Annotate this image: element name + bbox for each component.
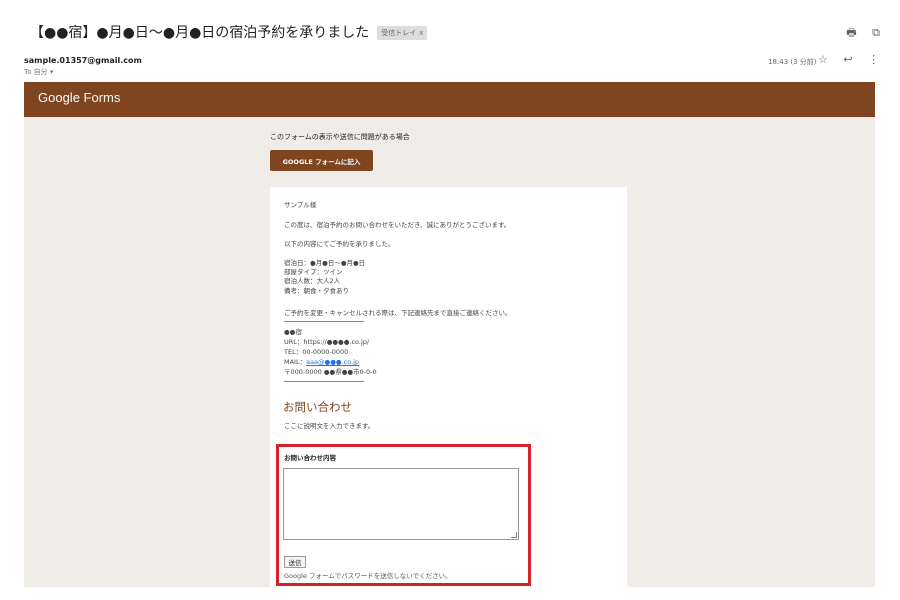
inbox-tag-label: 受信トレイ — [381, 29, 417, 37]
greeting: サンプル様 — [284, 201, 317, 209]
inbox-tag[interactable]: 受信トレイ x — [377, 26, 428, 40]
google-forms-header — [24, 82, 875, 117]
password-warning: Google フォームでパスワードを送信しないでください。 — [284, 572, 452, 580]
trouble-text: このフォームの表示や送信に問題がある場合 — [270, 133, 410, 141]
recipient-line[interactable]: To 自分 ▾ — [24, 67, 53, 77]
contact-address: 〒000-0000 ●●県●●市0-0-0 — [284, 368, 377, 376]
detail-guests: 宿泊人数：大人2人 — [284, 277, 341, 285]
send-button[interactable]: 送信 — [284, 556, 306, 568]
contact-name: ●●宿 — [284, 328, 302, 336]
fill-in-google-form-button[interactable]: GOOGLE フォームに記入 — [270, 150, 373, 171]
inquiry-title: お問い合わせ — [283, 400, 352, 414]
divider-bottom — [284, 381, 364, 382]
divider-top — [284, 321, 364, 322]
contact-mail-line: MAIL：aaa@●●●.co.jp — [284, 358, 359, 367]
change-notice: ご予約を変更・キャンセルされる際は、下記連絡先まで直接ご連絡ください。 — [284, 309, 512, 317]
logo-google: Google — [38, 90, 80, 105]
detail-room: 部屋タイプ：ツイン — [284, 268, 343, 276]
message-actions: ☆ ↩ ⋮ — [818, 53, 891, 66]
google-forms-logo: Google Forms — [38, 90, 120, 105]
star-icon[interactable]: ☆ — [818, 53, 828, 66]
tag-close-icon[interactable]: x — [419, 29, 423, 37]
resize-handle[interactable] — [511, 532, 517, 538]
detail-stay: 宿泊日：●月●日〜●月●日 — [284, 259, 366, 267]
inquiry-description: ここに説明文を入力できます。 — [284, 422, 375, 430]
contact-mail-link[interactable]: aaa@●●●.co.jp — [306, 358, 359, 366]
top-actions: 🖶 ⧉ — [834, 24, 880, 43]
contact-mail-label: MAIL： — [284, 358, 307, 366]
sender-email[interactable]: sample.01357@gmail.com — [24, 56, 142, 65]
email-time: 18:43 (3 分前) — [768, 58, 817, 66]
question-label: お問い合わせ内容 — [284, 454, 336, 462]
subject-text: 【●●宿】●月●日〜●月●日の宿泊予約を承りました — [30, 25, 370, 41]
contact-tel: TEL：00-0000-0000 — [284, 348, 349, 356]
contact-url: URL：https://●●●●.co.jp/ — [284, 338, 370, 346]
logo-forms: Forms — [79, 90, 121, 105]
open-new-window-icon[interactable]: ⧉ — [872, 26, 880, 39]
detail-notes: 備考：朝食・夕食あり — [284, 287, 349, 295]
print-icon[interactable]: 🖶 — [846, 26, 856, 39]
intro-text: 以下の内容にてご予約を承りました。 — [284, 240, 395, 248]
more-icon[interactable]: ⋮ — [868, 53, 879, 66]
email-subject: 【●●宿】●月●日〜●月●日の宿泊予約を承りました 受信トレイ x — [30, 22, 428, 42]
inquiry-textarea[interactable] — [283, 468, 519, 540]
thanks-text: この度は、宿泊予約のお問い合わせをいただき、誠にありがとうございます。 — [284, 221, 511, 229]
reply-icon[interactable]: ↩ — [843, 53, 852, 66]
